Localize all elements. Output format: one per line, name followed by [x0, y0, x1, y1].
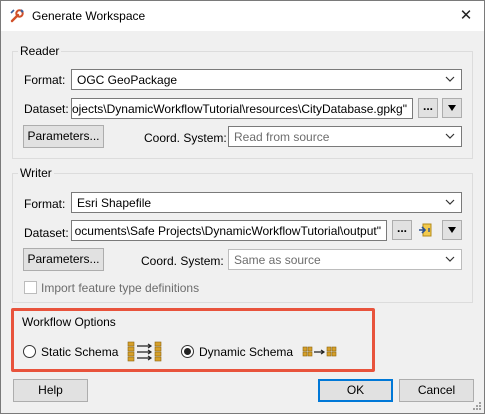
ok-button[interactable]: OK [318, 379, 393, 402]
reader-coord-label: Coord. System: [144, 131, 227, 145]
reader-browse-button[interactable]: ... [418, 98, 438, 118]
close-icon[interactable]: ✕ [456, 7, 476, 25]
writer-group-label: Writer [18, 166, 54, 180]
writer-parameters-button[interactable]: Parameters... [23, 248, 104, 271]
writer-coord-value: Same as source [234, 253, 321, 267]
generate-workspace-dialog: Generate Workspace ✕ Reader Format: OGC … [0, 0, 485, 414]
reader-dataset-menu-button[interactable] [442, 98, 462, 118]
reader-format-label: Format: [24, 73, 66, 87]
writer-folder-button[interactable] [417, 220, 437, 240]
chevron-down-icon [445, 133, 455, 139]
writer-coord-label: Coord. System: [141, 254, 224, 268]
writer-coord-select[interactable]: Same as source [228, 249, 462, 270]
title-bar[interactable]: Generate Workspace ✕ [1, 1, 484, 31]
folder-arrow-icon [419, 223, 432, 237]
writer-dataset-value: ocuments\Safe Projects\DynamicWorkflowTu… [74, 224, 381, 238]
window-title: Generate Workspace [32, 9, 146, 23]
writer-format-label: Format: [24, 197, 66, 211]
reader-dataset-field[interactable]: ojects\DynamicWorkflowTutorial\resources… [71, 98, 413, 119]
writer-dataset-field[interactable]: ocuments\Safe Projects\DynamicWorkflowTu… [71, 220, 387, 241]
cancel-button[interactable]: Cancel [399, 379, 474, 402]
reader-group-label: Reader [18, 44, 62, 58]
triangle-down-icon [448, 227, 456, 233]
reader-coord-value: Read from source [234, 130, 330, 144]
writer-dataset-menu-button[interactable] [442, 220, 462, 240]
reader-coord-select[interactable]: Read from source [228, 126, 462, 147]
import-feature-types-label: Import feature type definitions [41, 281, 200, 295]
triangle-down-icon [448, 105, 456, 111]
reader-dataset-label: Dataset: [24, 102, 69, 116]
import-feature-types-checkbox[interactable] [24, 281, 37, 294]
reader-format-select[interactable]: OGC GeoPackage [71, 69, 462, 90]
workflow-options-highlight [11, 308, 375, 372]
chevron-down-icon [445, 199, 455, 205]
reader-format-value: OGC GeoPackage [77, 73, 178, 87]
writer-format-select[interactable]: Esri Shapefile [71, 192, 462, 213]
chevron-down-icon [445, 76, 455, 82]
writer-browse-button[interactable]: ... [392, 220, 412, 240]
writer-format-value: Esri Shapefile [77, 196, 152, 210]
resize-grip-icon[interactable] [472, 401, 482, 411]
help-button[interactable]: Help [13, 379, 88, 402]
fme-wrench-icon [10, 9, 24, 23]
reader-dataset-value: ojects\DynamicWorkflowTutorial\resources… [71, 102, 407, 116]
chevron-down-icon [445, 256, 455, 262]
writer-dataset-label: Dataset: [24, 226, 69, 240]
reader-parameters-button[interactable]: Parameters... [23, 125, 104, 148]
